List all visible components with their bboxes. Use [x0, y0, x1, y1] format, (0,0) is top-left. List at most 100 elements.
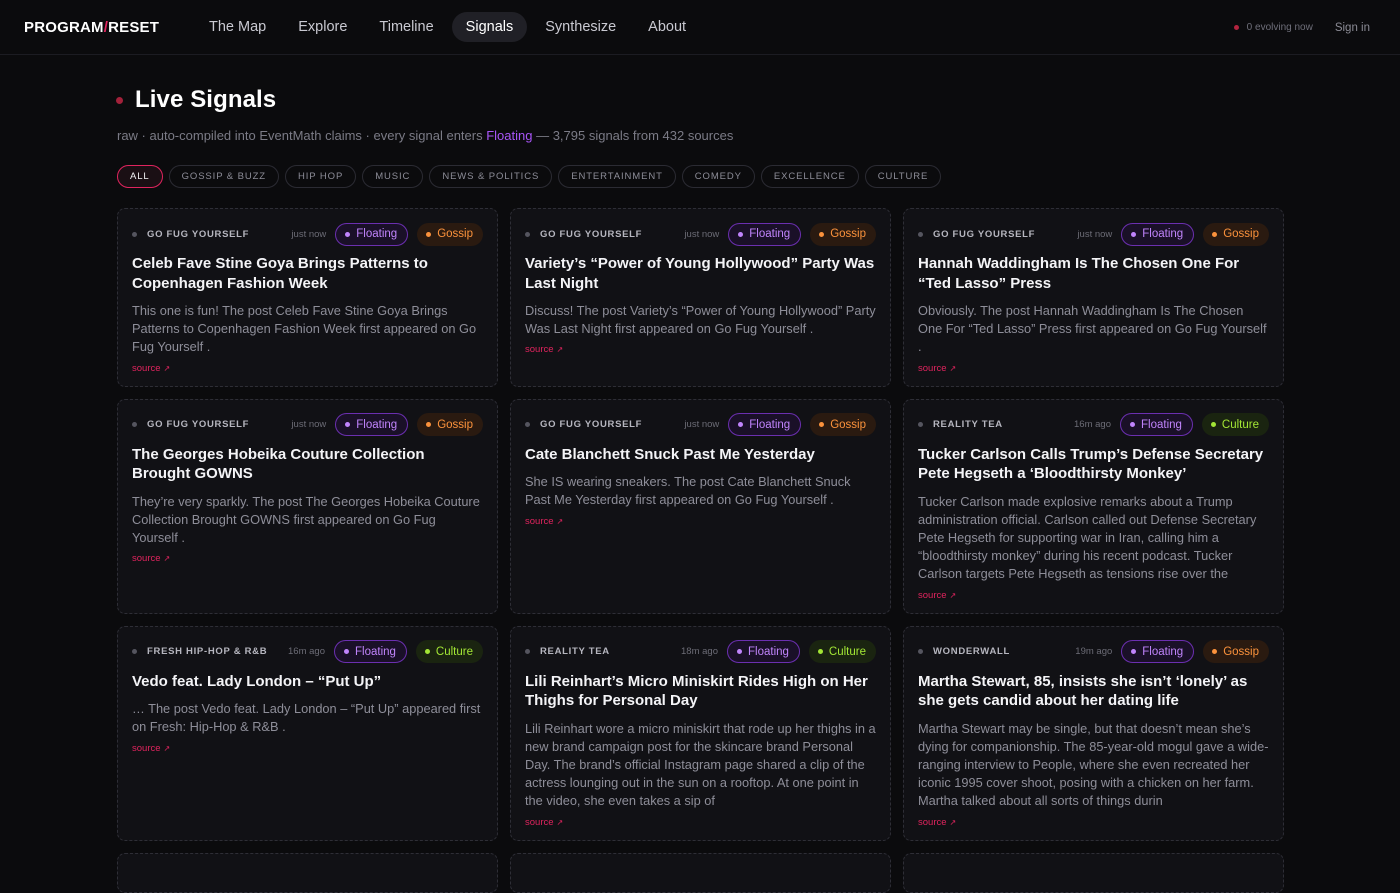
- signal-card[interactable]: GO FUG YOURSELF just now Floating Gossip Cat…: [510, 398, 891, 614]
- status-badge: Floating: [334, 640, 407, 664]
- nav-item-the-map[interactable]: The Map: [195, 12, 280, 42]
- nav-item-signals[interactable]: Signals: [451, 12, 528, 42]
- nav-item-explore[interactable]: Explore: [284, 12, 361, 42]
- signal-card-partial[interactable]: [117, 852, 498, 893]
- status-badge-label: Floating: [1142, 645, 1184, 658]
- signal-card[interactable]: GO FUG YOURSELF just now Floating Gossip The…: [117, 398, 498, 614]
- card-description: Lili Reinhart wore a micro miniskirt tha…: [525, 720, 876, 809]
- filter-chip-comedy[interactable]: COMEDY: [681, 165, 755, 188]
- filter-chip-culture[interactable]: CULTURE: [864, 165, 942, 188]
- signal-card[interactable]: GO FUG YOURSELF just now Floating Gossip Han…: [903, 208, 1284, 387]
- nav-item-timeline[interactable]: Timeline: [365, 12, 447, 42]
- page-title: Live Signals: [135, 86, 277, 113]
- external-link-icon: ↗: [163, 743, 171, 753]
- badge-dot-icon: [1130, 422, 1135, 428]
- source-link[interactable]: source ↗: [918, 363, 1269, 374]
- status-badge: Floating: [335, 222, 409, 246]
- signal-card[interactable]: GO FUG YOURSELF just now Floating Gossip Var…: [510, 208, 891, 387]
- source-link-label: source: [525, 515, 554, 527]
- card-title[interactable]: The Georges Hobeika Couture Collection B…: [132, 445, 483, 484]
- signal-card[interactable]: REALITY TEA 18m ago Floating Culture Lili Re…: [510, 625, 891, 841]
- signal-card[interactable]: FRESH HIP-HOP & R&B 16m ago Floating Cultur…: [117, 625, 498, 841]
- category-badge-label: Gossip: [1223, 228, 1259, 240]
- source-link[interactable]: source ↗: [132, 363, 483, 374]
- filter-chips: ALL GOSSIP & BUZZ HIP HOP MUSIC NEWS & POLIT…: [117, 165, 1284, 188]
- badge-dot-icon: [1212, 231, 1218, 237]
- filter-chip-gossip-buzz[interactable]: GOSSIP & BUZZ: [168, 165, 279, 188]
- signal-card[interactable]: GO FUG YOURSELF just now Floating Gossip Cel…: [117, 208, 498, 387]
- filter-chip-news-politics[interactable]: NEWS & POLITICS: [429, 165, 553, 188]
- filter-chip-entertainment[interactable]: ENTERTAINMENT: [558, 165, 676, 188]
- timestamp: just now: [684, 419, 720, 431]
- filter-chip-hip-hop[interactable]: HIP HOP: [284, 165, 357, 188]
- category-badge-label: Culture: [435, 645, 473, 658]
- badge-dot-icon: [819, 231, 825, 237]
- subtitle-text-pre: raw · auto-compiled into EventMath claim…: [117, 128, 487, 143]
- source-link[interactable]: source ↗: [918, 817, 1269, 828]
- signal-card[interactable]: REALITY TEA 16m ago Floating Culture Tucker …: [903, 398, 1284, 614]
- category-badge: Gossip: [810, 222, 876, 246]
- category-badge: Culture: [808, 640, 876, 664]
- status-badge: Floating: [728, 413, 802, 437]
- status-badge: Floating: [727, 640, 800, 664]
- card-header: GO FUG YOURSELF just now Floating Gossip: [525, 222, 876, 246]
- source-link[interactable]: source ↗: [918, 590, 1269, 601]
- external-link-icon: ↗: [556, 817, 564, 827]
- timestamp: just now: [684, 228, 720, 240]
- source-link[interactable]: source ↗: [132, 743, 483, 754]
- badge-dot-icon: [426, 422, 432, 428]
- source-dot-icon: [525, 422, 530, 428]
- category-badge-label: Gossip: [437, 228, 473, 240]
- card-header: GO FUG YOURSELF just now Floating Gossip: [918, 222, 1269, 246]
- source-link-label: source: [918, 589, 947, 601]
- logo-text-right: RESET: [108, 18, 160, 36]
- card-title[interactable]: Cate Blanchett Snuck Past Me Yesterday: [525, 445, 876, 465]
- filter-chip-all[interactable]: ALL: [117, 165, 163, 188]
- evolving-status: 0 evolving now: [1233, 22, 1313, 33]
- status-badge-label: Floating: [1142, 228, 1184, 240]
- signals-grid: GO FUG YOURSELF just now Floating Gossip Cel…: [117, 208, 1284, 893]
- badge-dot-icon: [345, 231, 351, 237]
- source-link-label: source: [132, 742, 161, 754]
- category-badge: Gossip: [810, 413, 876, 437]
- card-title[interactable]: Variety’s “Power of Young Hollywood” Par…: [525, 254, 876, 293]
- page-subtitle: raw · auto-compiled into EventMath claim…: [117, 128, 1284, 143]
- card-title[interactable]: Celeb Fave Stine Goya Brings Patterns to…: [132, 254, 483, 293]
- timestamp: 18m ago: [681, 646, 718, 658]
- filter-chip-music[interactable]: MUSIC: [362, 165, 424, 188]
- card-title[interactable]: Martha Stewart, 85, insists she isn’t ‘l…: [918, 672, 1269, 711]
- sign-in-link[interactable]: Sign in: [1335, 22, 1370, 34]
- source-dot-icon: [918, 649, 923, 655]
- timestamp: just now: [291, 228, 327, 240]
- external-link-icon: ↗: [949, 590, 957, 600]
- signal-card[interactable]: WONDERWALL 19m ago Floating Gossip Martha St…: [903, 625, 1284, 841]
- card-description: Discuss! The post Variety’s “Power of Yo…: [525, 303, 876, 337]
- external-link-icon: ↗: [556, 345, 564, 355]
- source-link[interactable]: source ↗: [525, 817, 876, 828]
- card-title[interactable]: Hannah Waddingham Is The Chosen One For …: [918, 254, 1269, 293]
- category-badge: Culture: [415, 640, 483, 664]
- external-link-icon: ↗: [163, 554, 171, 564]
- nav-item-synthesize[interactable]: Synthesize: [531, 12, 630, 42]
- status-badge-label: Floating: [355, 645, 396, 658]
- source-link[interactable]: source ↗: [525, 344, 876, 355]
- source-link[interactable]: source ↗: [525, 516, 876, 527]
- nav-item-about[interactable]: About: [634, 12, 700, 42]
- badge-dot-icon: [426, 231, 432, 237]
- card-title[interactable]: Vedo feat. Lady London – “Put Up”: [132, 672, 483, 692]
- source-name: REALITY TEA: [933, 419, 1003, 431]
- badge-dot-icon: [344, 649, 349, 655]
- card-title[interactable]: Tucker Carlson Calls Trump’s Defense Sec…: [918, 445, 1269, 484]
- top-bar: PROGRAM/RESET The Map Explore Timeline Sign…: [0, 0, 1400, 55]
- card-description: Tucker Carlson made explosive remarks ab…: [918, 493, 1257, 582]
- card-description: Obviously. The post Hannah Waddingham Is…: [918, 303, 1267, 355]
- signal-card-partial[interactable]: [510, 852, 891, 893]
- category-badge-label: Gossip: [437, 418, 473, 431]
- filter-chip-excellence[interactable]: EXCELLENCE: [760, 165, 859, 188]
- logo[interactable]: PROGRAM/RESET: [24, 19, 195, 36]
- signal-card-partial[interactable]: [903, 852, 1284, 893]
- card-title[interactable]: Lili Reinhart’s Micro Miniskirt Rides Hi…: [525, 672, 876, 711]
- source-dot-icon: [132, 649, 137, 655]
- source-link[interactable]: source ↗: [132, 553, 483, 564]
- status-badge-label: Floating: [356, 418, 398, 431]
